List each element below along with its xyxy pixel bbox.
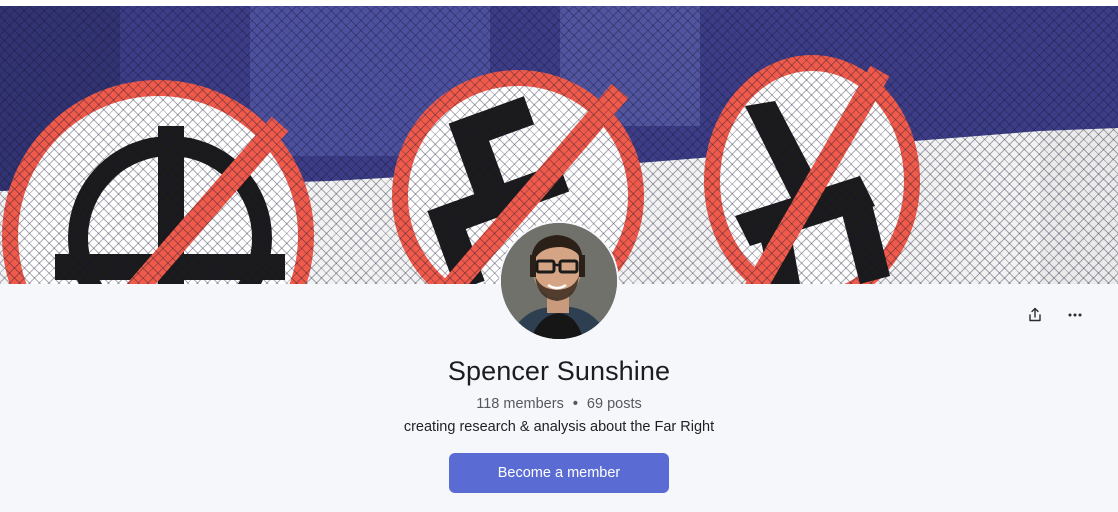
share-button[interactable] xyxy=(1021,303,1049,331)
page-title: Spencer Sunshine xyxy=(447,356,671,386)
separator-dot: • xyxy=(572,396,578,412)
more-horizontal-icon xyxy=(1067,307,1083,328)
share-icon xyxy=(1027,307,1043,328)
member-count: 118 members xyxy=(476,396,564,412)
tagline: creating research & analysis about the F… xyxy=(403,419,715,435)
avatar xyxy=(499,221,619,341)
stats-line: 118 members • 69 posts xyxy=(0,396,1118,412)
post-count: 69 posts xyxy=(586,396,642,412)
become-member-button[interactable]: Become a member xyxy=(449,453,669,493)
more-options-button[interactable] xyxy=(1061,303,1089,331)
